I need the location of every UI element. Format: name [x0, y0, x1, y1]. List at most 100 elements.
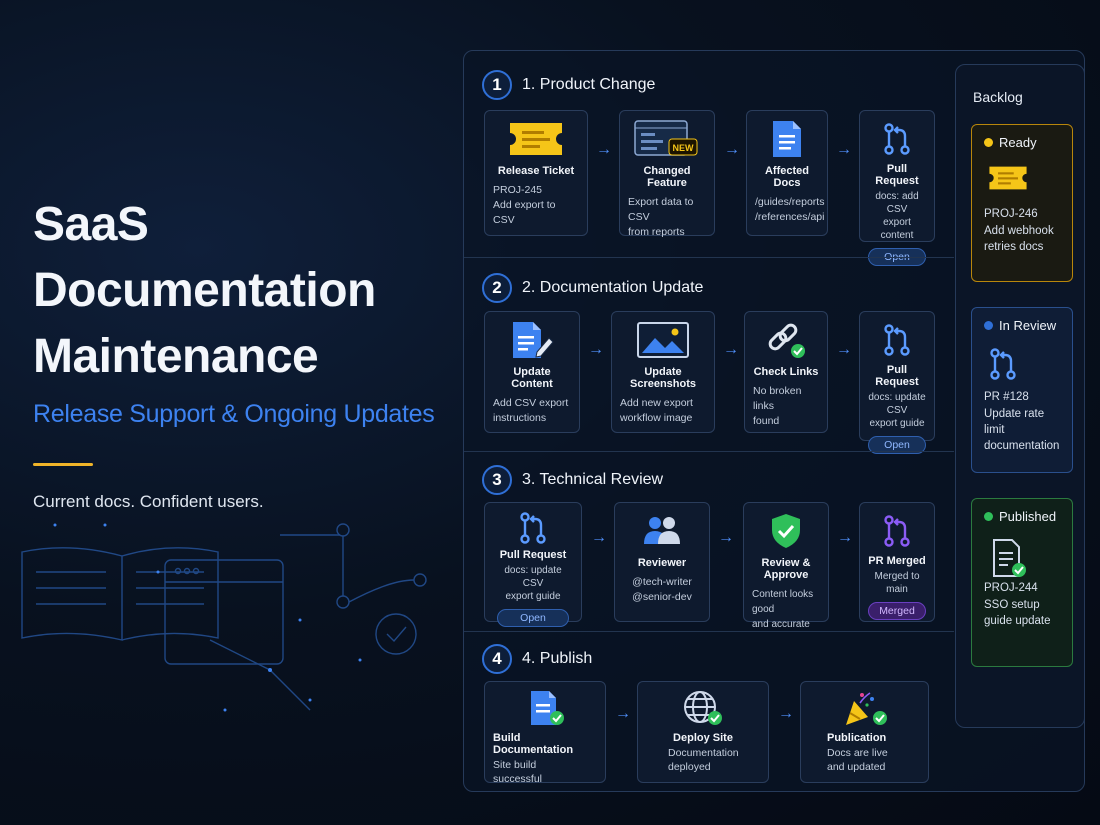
card-review-approve[interactable]: Review & Approve Content looks good and a…	[743, 502, 829, 630]
status-badge-open[interactable]: Open	[497, 609, 569, 627]
stage-number-badge: 1	[482, 70, 512, 100]
status-dot	[984, 512, 993, 521]
card-text: docs: update CSV export guide	[868, 392, 926, 429]
ticket-icon	[988, 164, 1060, 198]
new-feature-window-icon: NEW	[628, 117, 706, 161]
stage-4-header: 4 4. Publish	[482, 644, 592, 674]
stage-number-badge: 4	[482, 644, 512, 674]
card-title: Affected Docs	[764, 165, 809, 189]
card-release-ticket[interactable]: Release Ticket PROJ-245 Add export to CSV	[484, 110, 588, 236]
card-text: /guides/reports/references/api	[755, 196, 825, 223]
accent-divider	[33, 463, 93, 466]
card-reviewer[interactable]: Reviewer @tech-writer @senior-dev	[614, 502, 710, 622]
stage-2-header: 2 2. Documentation Update	[482, 273, 703, 303]
card-title: Reviewer	[637, 557, 687, 569]
status-label: In Review	[984, 318, 1060, 333]
stage-title: 3. Technical Review	[522, 471, 664, 488]
shield-check-icon	[752, 509, 820, 553]
item-description: Add webhook retries docs	[984, 225, 1054, 253]
arrow-right-icon: →	[723, 341, 739, 358]
arrow-right-icon: →	[615, 705, 631, 722]
card-text: @tech-writer @senior-dev	[632, 576, 692, 603]
card-text: No broken links found	[753, 385, 802, 427]
arrow-right-icon: →	[718, 529, 734, 546]
document-check-icon	[988, 538, 1060, 577]
item-description: Update rate limit documentation	[984, 408, 1060, 452]
card-text: Content looks good and accurate	[752, 589, 814, 630]
card-title: Pull Request	[499, 549, 567, 561]
card-pull-request[interactable]: Pull Request docs: add CSV export content…	[859, 110, 935, 266]
stage-number-badge: 2	[482, 273, 512, 303]
status-badge-merged[interactable]: Merged	[868, 602, 926, 620]
item-id: PR #128	[984, 391, 1029, 403]
stage-title: 2. Documentation Update	[522, 279, 704, 296]
arrow-right-icon: →	[588, 341, 604, 358]
item-description: SSO setup guide update	[984, 599, 1051, 627]
stage-1-header: 1 1. Product Change	[482, 70, 655, 100]
arrow-right-icon: →	[837, 529, 853, 546]
stage-number-badge: 3	[482, 465, 512, 495]
card-deploy-site[interactable]: Deploy Site Documentation deployed	[637, 681, 769, 783]
card-pull-request[interactable]: Pull Request docs: update CSV export guid…	[859, 311, 935, 454]
status-label: Ready	[984, 135, 1060, 150]
link-check-icon	[753, 318, 819, 362]
hero-title: SaaS Documentation Maintenance	[33, 192, 453, 390]
arrow-right-icon: →	[836, 141, 852, 158]
arrow-right-icon: →	[591, 529, 607, 546]
celebration-icon	[809, 688, 920, 728]
card-title: PR Merged	[868, 555, 926, 567]
document-check-icon	[493, 688, 597, 728]
item-id: PROJ-244	[984, 582, 1038, 594]
image-icon	[620, 318, 706, 362]
backlog-card-published[interactable]: Published PROJ-244 SSO setup guide update	[971, 498, 1073, 667]
card-title: Review & Approve	[761, 557, 811, 581]
card-title: Build Documentation	[493, 732, 574, 756]
decorative-network-illustration	[21, 523, 427, 712]
card-affected-docs[interactable]: Affected Docs /guides/reports/references…	[746, 110, 828, 236]
card-title: Release Ticket	[497, 165, 575, 177]
card-title: Update Content	[511, 366, 553, 390]
item-id: PROJ-246	[984, 208, 1038, 220]
pull-request-icon	[868, 117, 926, 161]
card-title: Check Links	[753, 366, 819, 378]
card-text: Merged to main	[874, 571, 920, 595]
card-text: Documentation deployed	[668, 747, 739, 773]
backlog-card-in-review[interactable]: In Review PR #128 Update rate limit docum…	[971, 307, 1073, 473]
card-pull-request[interactable]: Pull Request docs: update CSV export guid…	[484, 502, 582, 627]
card-text: Site build successful	[493, 759, 543, 785]
divider	[464, 631, 954, 632]
reviewers-icon	[623, 509, 701, 553]
arrow-right-icon: →	[778, 705, 794, 722]
pull-request-icon	[868, 318, 926, 362]
card-pr-merged[interactable]: PR Merged Merged to main Merged	[859, 502, 935, 622]
pull-request-icon	[493, 509, 573, 547]
stage-title: 1. Product Change	[522, 76, 656, 93]
hero: SaaS Documentation Maintenance Release S…	[33, 192, 453, 512]
card-update-content[interactable]: Update Content Add CSV export instruction…	[484, 311, 580, 433]
merged-icon	[868, 509, 926, 553]
card-text: Add CSV export instructions	[493, 397, 569, 424]
arrow-right-icon: →	[724, 141, 740, 158]
hero-title-line1: SaaS Documentation	[33, 198, 376, 317]
card-title: Update Screenshots	[629, 366, 697, 390]
hero-title-line2: Maintenance	[33, 330, 319, 383]
stage-title: 4. Publish	[522, 650, 593, 667]
backlog-title: Backlog	[973, 89, 1023, 105]
card-publication[interactable]: Publication Docs are live and updated	[800, 681, 929, 783]
card-changed-feature[interactable]: NEW Changed Feature Export data to CSV fr…	[619, 110, 715, 238]
card-title: Pull Request	[875, 163, 919, 187]
backlog-column: Backlog Ready PROJ-246 Add webhook retrie…	[955, 64, 1085, 728]
hero-subtitle: Release Support & Ongoing Updates	[33, 400, 435, 428]
card-build-documentation[interactable]: Build Documentation Site build successful	[484, 681, 606, 785]
card-title: Deploy Site	[673, 732, 733, 744]
ticket-icon	[493, 117, 579, 161]
card-text: docs: add CSV export content	[875, 191, 919, 241]
backlog-card-ready[interactable]: Ready PROJ-246 Add webhook retries docs	[971, 124, 1073, 282]
svg-text:NEW: NEW	[673, 143, 695, 153]
card-title: Changed Feature	[643, 165, 691, 189]
card-check-links[interactable]: Check Links No broken links found	[744, 311, 828, 433]
card-update-screenshots[interactable]: Update Screenshots Add new export workflo…	[611, 311, 715, 433]
arrow-right-icon: →	[596, 141, 612, 158]
status-dot	[984, 138, 993, 147]
card-text: docs: update CSV export guide	[504, 565, 562, 602]
